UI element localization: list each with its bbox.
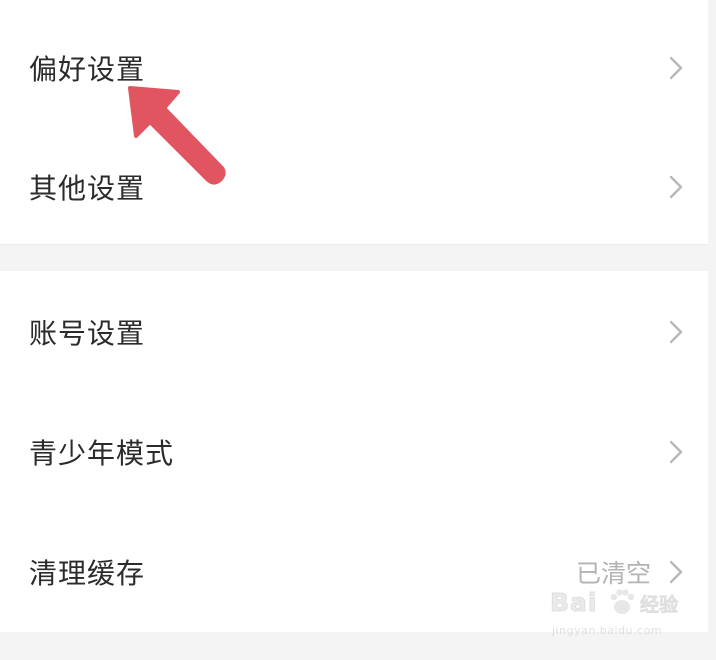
chevron-right-icon — [669, 56, 683, 80]
arrow-pointer-shape — [128, 86, 226, 185]
screen-edge — [708, 0, 716, 660]
chevron-right-icon — [669, 175, 683, 199]
row-preference-settings[interactable]: 偏好设置 — [0, 8, 708, 128]
chevron-right-icon — [669, 440, 683, 464]
chevron-right-icon — [669, 320, 683, 344]
settings-screen: 偏好设置 其他设置 账号设置 青少年模式 清理缓存 已清空 Bai 经验 jin… — [0, 0, 716, 660]
row-label: 青少年模式 — [29, 437, 175, 470]
row-account-settings[interactable]: 账号设置 — [0, 272, 708, 392]
settings-group-account: 账号设置 青少年模式 清理缓存 已清空 — [0, 271, 708, 632]
watermark-url: jingyan.baidu.com — [552, 624, 663, 637]
paw-icon — [610, 589, 635, 614]
cache-status-value: 已清空 — [575, 559, 651, 588]
arrow-pointer-icon — [128, 86, 226, 185]
baidu-watermark: Bai 经验 jingyan.baidu.com — [548, 588, 684, 648]
row-other-settings[interactable]: 其他设置 — [0, 127, 708, 247]
watermark-suffix: 经验 — [640, 594, 679, 617]
row-label: 账号设置 — [29, 317, 146, 350]
row-label: 清理缓存 — [29, 557, 146, 590]
chevron-right-icon — [669, 560, 683, 584]
settings-group-general: 偏好设置 其他设置 — [0, 0, 708, 245]
row-teen-mode[interactable]: 青少年模式 — [0, 392, 708, 512]
watermark-brand: Bai — [550, 588, 598, 618]
